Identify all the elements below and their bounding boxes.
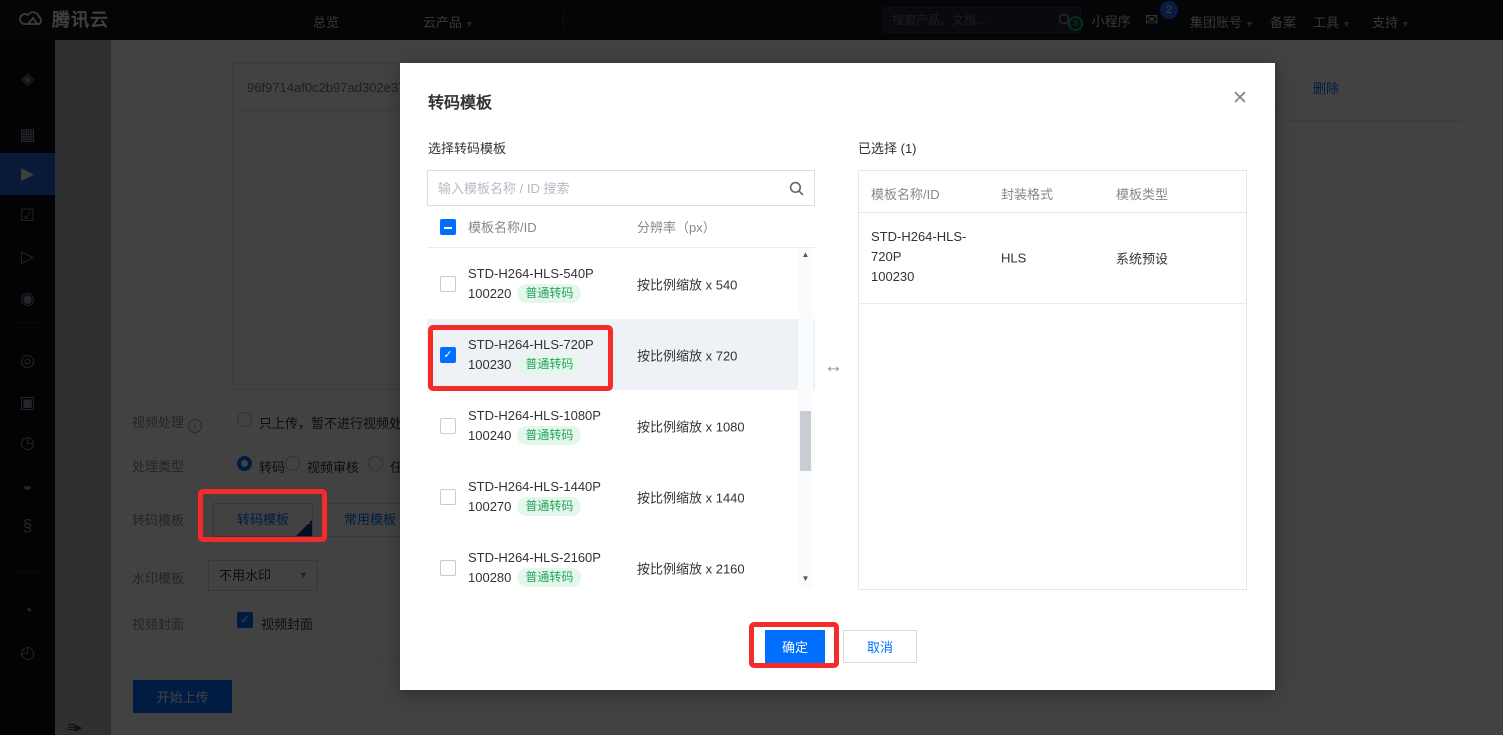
template-id-line: 100280 普通转码 [468,567,601,588]
selected-table-header: 模板名称/ID 封装格式 模板类型 [859,171,1246,213]
template-row[interactable]: STD-H264-HLS-1440P100270 普通转码 按比例缩放 x 1440 [427,461,815,532]
selected-table: 模板名称/ID 封装格式 模板类型 STD-H264-HLS-720P10023… [858,170,1247,590]
col-header-format: 封装格式 [1001,184,1053,203]
template-resolution: 按比例缩放 x 1080 [637,416,745,435]
template-list-header: 模板名称/ID 分辨率（px） [427,206,815,248]
close-icon[interactable]: ✕ [1232,87,1248,110]
template-type-tag: 普通转码 [517,497,581,516]
template-name: STD-H264-HLS-2160P [468,548,601,567]
scrollbar[interactable]: ▲ ▼ [798,250,813,588]
scroll-down-icon[interactable]: ▼ [798,574,813,588]
template-info: STD-H264-HLS-2160P100280 普通转码 [468,548,601,588]
template-id: 100220 [468,283,511,304]
row-checkbox[interactable] [440,560,456,576]
template-resolution: 按比例缩放 x 540 [637,274,737,293]
template-type-tag: 普通转码 [517,284,581,303]
col-header-name: 模板名称/ID [468,217,537,236]
template-row[interactable]: STD-H264-HLS-540P100220 普通转码 按比例缩放 x 540 [427,248,815,319]
template-row[interactable]: ✓ STD-H264-HLS-720P100230 普通转码 按比例缩放 x 720 [427,319,815,390]
template-search-box[interactable] [427,170,815,206]
template-id-line: 100240 普通转码 [468,425,601,446]
template-id: 100230 [468,354,511,375]
cancel-button[interactable]: 取消 [843,630,917,663]
template-type-tag: 普通转码 [517,568,581,587]
row-checkbox[interactable] [440,276,456,292]
template-info: STD-H264-HLS-1440P100270 普通转码 [468,477,601,517]
row-checkbox[interactable] [440,489,456,505]
left-panel-label: 选择转码模板 [428,138,506,157]
template-name: STD-H264-HLS-1440P [468,477,601,496]
template-resolution: 按比例缩放 x 1440 [637,487,745,506]
confirm-button[interactable]: 确定 [765,630,825,663]
template-list: STD-H264-HLS-540P100220 普通转码 按比例缩放 x 540 ✓ S… [427,248,815,590]
template-search-input[interactable] [438,181,789,196]
selected-name: STD-H264-HLS-720P [871,227,993,267]
template-name: STD-H264-HLS-1080P [468,406,601,425]
transcode-template-modal: 转码模板 ✕ 选择转码模板 模板名称/ID 分辨率（px） STD-H264-H… [400,63,1275,690]
template-type-tag: 普通转码 [517,355,581,374]
col-header-name: 模板名称/ID [871,184,940,203]
selected-row: STD-H264-HLS-720P100230 HLS 系统预设 [859,213,1246,304]
right-panel-label: 已选择 (1) [858,138,917,157]
template-id: 100280 [468,567,511,588]
row-checkbox[interactable]: ✓ [440,347,456,363]
select-all-checkbox[interactable] [440,219,456,235]
selected-type: 系统预设 [1116,249,1168,268]
modal-title: 转码模板 [428,89,492,113]
selected-format: HLS [1001,251,1026,266]
selected-name-id: STD-H264-HLS-720P100230 [871,227,993,287]
transfer-arrows-icon: ↔ [824,356,843,378]
template-name: STD-H264-HLS-720P [468,335,594,354]
selected-id: 100230 [871,267,993,287]
template-id: 100240 [468,425,511,446]
template-info: STD-H264-HLS-1080P100240 普通转码 [468,406,601,446]
template-name: STD-H264-HLS-540P [468,264,594,283]
template-row[interactable]: STD-H264-HLS-1080P100240 普通转码 按比例缩放 x 1080 [427,390,815,461]
template-info: STD-H264-HLS-540P100220 普通转码 [468,264,594,304]
template-id-line: 100230 普通转码 [468,354,594,375]
template-info: STD-H264-HLS-720P100230 普通转码 [468,335,594,375]
scrollbar-thumb[interactable] [800,411,811,471]
row-checkbox[interactable] [440,418,456,434]
template-row[interactable]: STD-H264-HLS-2160P100280 普通转码 按比例缩放 x 2160 [427,532,815,590]
search-icon[interactable] [789,181,804,196]
template-id: 100270 [468,496,511,517]
template-id-line: 100220 普通转码 [468,283,594,304]
template-resolution: 按比例缩放 x 2160 [637,558,745,577]
col-header-resolution: 分辨率（px） [637,217,716,236]
template-type-tag: 普通转码 [517,426,581,445]
template-resolution: 按比例缩放 x 720 [637,345,737,364]
template-id-line: 100270 普通转码 [468,496,601,517]
col-header-type: 模板类型 [1116,184,1168,203]
scroll-up-icon[interactable]: ▲ [798,250,813,264]
